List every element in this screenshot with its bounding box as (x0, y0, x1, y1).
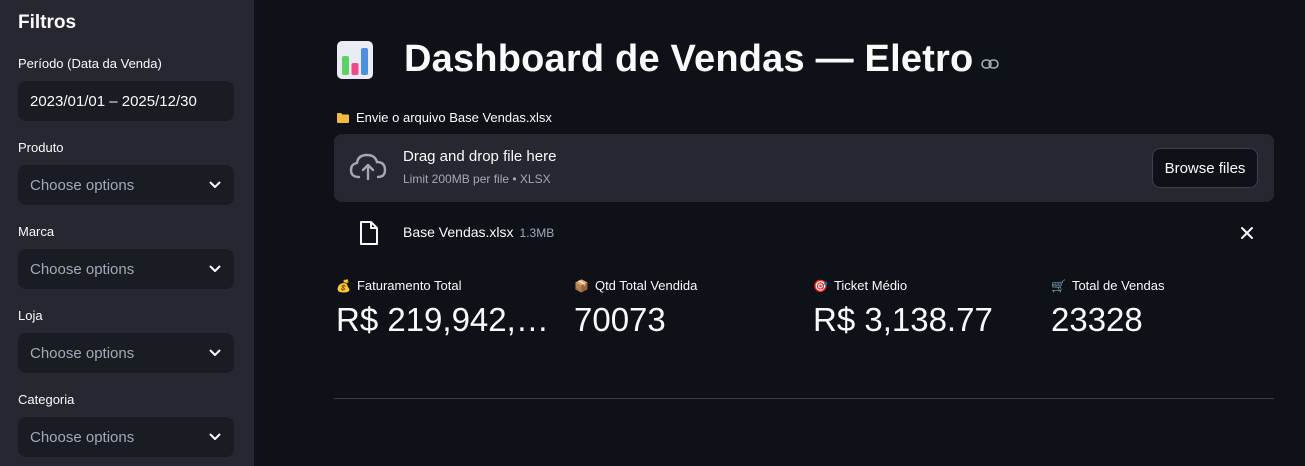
period-value: 2023/01/01 – 2025/12/30 (30, 92, 197, 110)
upload-label: Envie o arquivo Base Vendas.xlsx (336, 110, 552, 125)
metric-label: 🛒 Total de Vendas (1051, 278, 1271, 293)
dropzone-limit: Limit 200MB per file • XLSX (403, 172, 551, 186)
marca-placeholder: Choose options (30, 260, 135, 278)
metric-faturamento-total: 💰 Faturamento Total R$ 219,942,9… (336, 278, 566, 339)
filter-label-produto: Produto (18, 140, 64, 155)
package-icon: 📦 (574, 278, 589, 293)
page-title: Dashboard de Vendas — Eletro (336, 38, 1000, 81)
file-size: 1.3MB (519, 226, 555, 240)
loja-multiselect[interactable]: Choose options (18, 333, 234, 373)
filter-label-marca: Marca (18, 224, 55, 239)
filter-label-loja: Loja (18, 308, 43, 323)
categoria-placeholder: Choose options (30, 428, 135, 446)
folder-icon (336, 112, 350, 124)
period-date-input[interactable]: 2023/01/01 – 2025/12/30 (18, 81, 234, 121)
metric-label: 📦 Qtd Total Vendida (574, 278, 804, 293)
money-bag-icon: 💰 (336, 278, 351, 293)
loja-placeholder: Choose options (30, 344, 135, 362)
main-content: Dashboard de Vendas — Eletro Envie o arq… (254, 0, 1305, 466)
file-name: Base Vendas.xlsx 1.3MB (403, 224, 554, 240)
file-dropzone[interactable]: Drag and drop file here Limit 200MB per … (334, 134, 1274, 202)
chevron-down-icon (208, 178, 222, 192)
metric-label-text: Total de Vendas (1071, 278, 1165, 293)
sidebar-title: Filtros (18, 12, 77, 33)
metric-label: 🎯 Ticket Médio (813, 278, 1043, 293)
browse-files-button[interactable]: Browse files (1152, 148, 1258, 188)
filter-label-categoria: Categoria (18, 392, 75, 407)
metric-label-text: Ticket Médio (833, 278, 908, 293)
produto-placeholder: Choose options (30, 176, 135, 194)
marca-multiselect[interactable]: Choose options (18, 249, 234, 289)
shopping-cart-icon: 🛒 (1051, 278, 1066, 293)
metric-value: R$ 3,138.77 (813, 301, 993, 338)
period-label: Período (Data da Venda) (18, 56, 162, 71)
chevron-down-icon (208, 430, 222, 444)
metric-value: R$ 219,942,9… (336, 301, 566, 338)
chevron-down-icon (208, 346, 222, 360)
produto-multiselect[interactable]: Choose options (18, 165, 234, 205)
close-icon[interactable] (1240, 226, 1254, 245)
metric-total-de-vendas: 🛒 Total de Vendas 23328 (1051, 278, 1271, 339)
uploaded-file-row: Base Vendas.xlsx 1.3MB (334, 216, 1274, 252)
link-icon[interactable] (981, 56, 1000, 74)
metric-ticket-medio: 🎯 Ticket Médio R$ 3,138.77 (813, 278, 1043, 339)
sidebar: Filtros Período (Data da Venda) 2023/01/… (0, 0, 254, 466)
file-name-text: Base Vendas.xlsx (403, 224, 514, 240)
metric-label: 💰 Faturamento Total (336, 278, 566, 293)
divider (334, 398, 1274, 399)
upload-label-text: Envie o arquivo Base Vendas.xlsx (356, 110, 552, 125)
dropzone-instructions: Drag and drop file here (403, 148, 557, 165)
metric-value: 23328 (1051, 301, 1143, 338)
chevron-down-icon (208, 262, 222, 276)
metric-value: 70073 (574, 301, 666, 338)
file-icon (358, 220, 380, 251)
metric-qtd-total-vendida: 📦 Qtd Total Vendida 70073 (574, 278, 804, 339)
dashboard-title: Dashboard de Vendas — Eletro (404, 38, 974, 80)
cloud-upload-icon (348, 152, 388, 187)
categoria-multiselect[interactable]: Choose options (18, 417, 234, 457)
metric-label-text: Faturamento Total (356, 278, 462, 293)
bar-chart-icon (336, 40, 374, 80)
metric-label-text: Qtd Total Vendida (594, 278, 698, 293)
target-icon: 🎯 (813, 278, 828, 293)
